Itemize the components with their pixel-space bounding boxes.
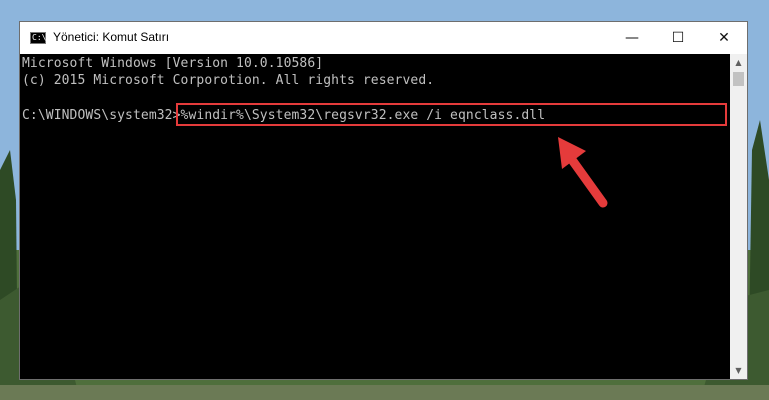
close-button[interactable]: ✕	[701, 22, 747, 54]
scroll-thumb[interactable]	[733, 72, 744, 86]
vertical-scrollbar[interactable]: ▲ ▼	[730, 54, 747, 379]
cmd-app-icon: C:\	[30, 32, 47, 44]
maximize-button[interactable]: ☐	[655, 22, 701, 54]
command-highlight-box	[176, 103, 727, 126]
red-pointer-arrow-icon	[558, 137, 608, 208]
window-title: Yönetici: Komut Satırı	[53, 30, 170, 44]
console-area[interactable]: Microsoft Windows [Version 10.0.10586] (…	[20, 54, 731, 379]
command-prompt-window[interactable]: C:\ Yönetici: Komut Satırı — ☐ ✕ Microso…	[19, 21, 748, 380]
scroll-up-icon[interactable]: ▲	[730, 54, 747, 71]
scroll-down-icon[interactable]: ▼	[730, 362, 747, 379]
console-line-version: Microsoft Windows [Version 10.0.10586]	[22, 56, 324, 71]
title-bar[interactable]: C:\ Yönetici: Komut Satırı — ☐ ✕	[20, 22, 747, 54]
minimize-button[interactable]: —	[609, 22, 655, 54]
console-line-copyright: (c) 2015 Microsoft Corporotion. All righ…	[22, 73, 435, 88]
